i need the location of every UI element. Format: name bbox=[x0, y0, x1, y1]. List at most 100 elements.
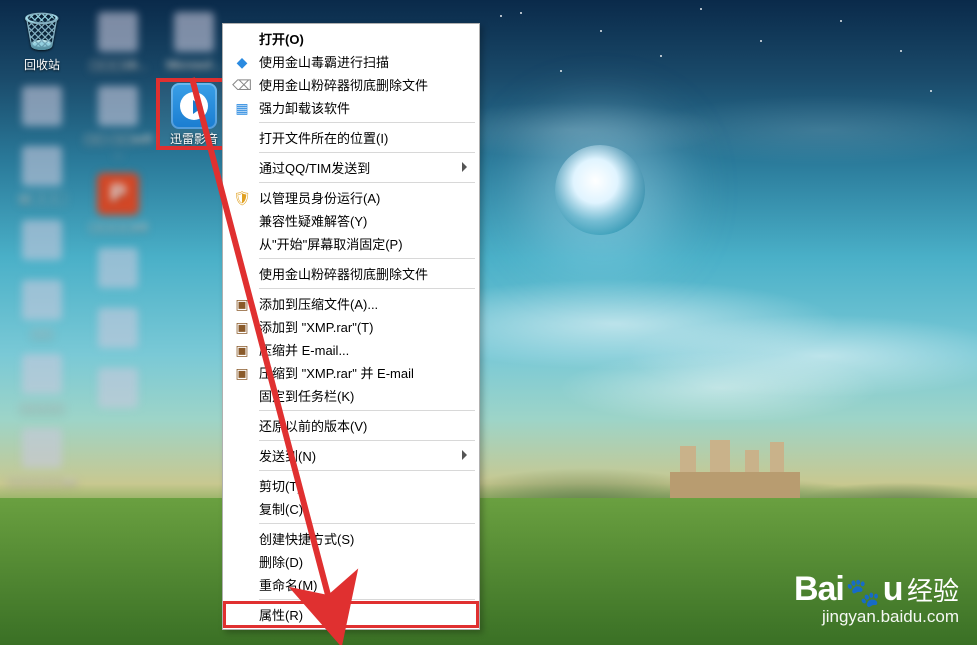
menu-item-label: 属性(R) bbox=[259, 605, 303, 624]
watermark-suffix: 经验 bbox=[907, 576, 959, 606]
menu-item-label: 剪切(T) bbox=[259, 476, 302, 495]
menu-item-shred-jinshan-2[interactable]: 使用金山粉碎器彻底删除文件 bbox=[225, 262, 477, 285]
menu-separator bbox=[259, 523, 475, 524]
menu-item-send-to[interactable]: 发送到(N) bbox=[225, 444, 477, 467]
menu-separator bbox=[259, 599, 475, 600]
menu-item-open[interactable]: 打开(O) bbox=[225, 27, 477, 50]
watermark-url: jingyan.baidu.com bbox=[794, 608, 959, 627]
menu-item-label: 固定到任务栏(K) bbox=[259, 386, 354, 405]
desktop-icon-blur-6[interactable]: ▢▢▢▢▢ao bbox=[6, 422, 78, 490]
desktop-icon-microsoft[interactable]: Microsof... bbox=[158, 6, 230, 74]
menu-item-run-as-admin[interactable]: 🛡以管理员身份运行(A) bbox=[225, 186, 477, 209]
paw-icon: 🐾 bbox=[846, 578, 881, 609]
menu-separator bbox=[259, 440, 475, 441]
menu-item-label: 添加到 "XMP.rar"(T) bbox=[259, 317, 373, 336]
menu-item-label: 添加到压缩文件(A)... bbox=[259, 294, 378, 313]
desktop-icon-blur-2[interactable]: 公▢▢▢ bbox=[6, 140, 78, 208]
menu-item-properties[interactable]: 属性(R) bbox=[225, 603, 477, 626]
xunlei-player-icon bbox=[170, 82, 218, 130]
menu-item-create-shortcut[interactable]: 创建快捷方式(S) bbox=[225, 527, 477, 550]
menu-item-send-qq-tim[interactable]: 通过QQ/TIM发送到 bbox=[225, 156, 477, 179]
desktop-icon-label: ▢▢ bbox=[31, 326, 54, 340]
moon-glow bbox=[555, 145, 645, 235]
generic-icon bbox=[18, 216, 66, 264]
generic-icon bbox=[18, 82, 66, 130]
archive-icon: ▣ bbox=[233, 364, 251, 382]
desktop-icon-blur-10[interactable] bbox=[82, 302, 154, 356]
menu-item-unpin-start[interactable]: 从"开始"屏幕取消固定(P) bbox=[225, 232, 477, 255]
submenu-arrow-icon bbox=[462, 162, 467, 172]
generic-icon bbox=[94, 304, 142, 352]
submenu-arrow-icon bbox=[462, 450, 467, 460]
menu-separator bbox=[259, 470, 475, 471]
menu-item-label: 发送到(N) bbox=[259, 446, 316, 465]
generic-icon bbox=[94, 82, 142, 130]
generic-icon bbox=[18, 350, 66, 398]
clouds-upper bbox=[470, 70, 977, 190]
powerpoint-icon: P bbox=[94, 170, 142, 218]
desktop-icon-blur-4[interactable]: ▢▢ bbox=[6, 274, 78, 342]
desktop-icon-blur-5[interactable]: ▢▢▢▢ bbox=[6, 348, 78, 416]
menu-item-cut[interactable]: 剪切(T) bbox=[225, 474, 477, 497]
desktop-icon-blur-1[interactable] bbox=[6, 80, 78, 134]
menu-item-label: 压缩到 "XMP.rar" 并 E-mail bbox=[259, 363, 414, 382]
menu-item-label: 兼容性疑难解答(Y) bbox=[259, 211, 367, 230]
menu-item-label: 打开(O) bbox=[259, 29, 304, 48]
menu-item-compress-email[interactable]: ▣ 压缩并 E-mail... bbox=[225, 338, 477, 361]
menu-item-label: 创建快捷方式(S) bbox=[259, 529, 354, 548]
desktop-icon-xunlei-player[interactable]: 迅雷影音 bbox=[158, 80, 230, 148]
watermark-brand-prefix: Bai bbox=[794, 570, 844, 608]
archive-icon: ▣ bbox=[233, 341, 251, 359]
generic-icon bbox=[18, 276, 66, 324]
recycle-bin-icon: 🗑️ bbox=[18, 8, 66, 56]
menu-item-label: 通过QQ/TIM发送到 bbox=[259, 158, 370, 177]
menu-item-label: 复制(C) bbox=[259, 499, 303, 518]
desktop-icon-recycle-bin[interactable]: 🗑️回收站 bbox=[6, 6, 78, 74]
menu-item-scan-jinshan[interactable]: ◆使用金山毒霸进行扫描 bbox=[225, 50, 477, 73]
menu-item-add-to-xmp-rar[interactable]: ▣添加到 "XMP.rar"(T) bbox=[225, 315, 477, 338]
menu-item-rename[interactable]: 重命名(M) bbox=[225, 573, 477, 596]
desktop-icons-area: 🗑️回收站公▢▢▢▢▢▢▢▢▢▢▢▢▢▢ao▢▢▢18...▢▢ ▢▢soft … bbox=[6, 6, 230, 490]
menu-item-label: 压缩并 E-mail... bbox=[259, 340, 349, 359]
generic-icon bbox=[94, 244, 142, 292]
watermark-brand-suffix: u bbox=[883, 570, 903, 608]
menu-item-label: 强力卸载该软件 bbox=[259, 98, 350, 117]
desktop-icon-label: 迅雷影音 bbox=[170, 132, 218, 146]
generic-icon bbox=[18, 142, 66, 190]
generic-icon bbox=[94, 364, 142, 412]
desktop-icon-label: 公▢▢▢ bbox=[18, 192, 66, 206]
menu-item-compress-xmp-email[interactable]: ▣ 压缩到 "XMP.rar" 并 E-mail bbox=[225, 361, 477, 384]
shield-scan-icon: ◆ bbox=[233, 53, 251, 71]
menu-item-delete[interactable]: 删除(D) bbox=[225, 550, 477, 573]
castle bbox=[670, 430, 800, 500]
menu-item-open-location[interactable]: 打开文件所在的位置(I) bbox=[225, 126, 477, 149]
menu-separator bbox=[259, 152, 475, 153]
menu-item-copy[interactable]: 复制(C) bbox=[225, 497, 477, 520]
desktop-icon-blur-3[interactable] bbox=[6, 214, 78, 268]
menu-item-label: 从"开始"屏幕取消固定(P) bbox=[259, 234, 403, 253]
shredder-icon: ⌫ bbox=[233, 76, 251, 94]
menu-item-shred-jinshan[interactable]: ⌫使用金山粉碎器彻底删除文件 bbox=[225, 73, 477, 96]
menu-item-label: 打开文件所在的位置(I) bbox=[259, 128, 388, 147]
desktop-icon-powerpoint[interactable]: P ▢▢▢▢n3 bbox=[82, 168, 154, 236]
desktop-icon-label: Microsof... bbox=[166, 58, 221, 72]
generic-icon bbox=[18, 424, 66, 472]
desktop-icon-label: ▢▢ ▢▢soft ... bbox=[82, 132, 154, 160]
menu-separator bbox=[259, 288, 475, 289]
menu-item-compat-troubleshoot[interactable]: 兼容性疑难解答(Y) bbox=[225, 209, 477, 232]
menu-separator bbox=[259, 410, 475, 411]
desktop-icon-blur-8[interactable]: ▢▢ ▢▢soft ... bbox=[82, 80, 154, 162]
desktop-icon-blur-11[interactable] bbox=[82, 362, 154, 416]
menu-item-force-uninstall[interactable]: ▦ 强力卸载该软件 bbox=[225, 96, 477, 119]
context-menu: 打开(O)◆使用金山毒霸进行扫描⌫使用金山粉碎器彻底删除文件▦强力卸载该软件打开… bbox=[222, 23, 480, 630]
desktop-icon-label: ▢▢▢▢n3 bbox=[89, 220, 148, 234]
admin-shield-icon: 🛡 bbox=[233, 189, 251, 207]
uninstall-icon: ▦ bbox=[233, 99, 251, 117]
menu-item-pin-taskbar[interactable]: 固定到任务栏(K) bbox=[225, 384, 477, 407]
desktop-icon-blur-7[interactable]: ▢▢▢18... bbox=[82, 6, 154, 74]
menu-item-label: 重命名(M) bbox=[259, 575, 318, 594]
menu-item-add-to-archive[interactable]: ▣添加到压缩文件(A)... bbox=[225, 292, 477, 315]
menu-item-label: 还原以前的版本(V) bbox=[259, 416, 367, 435]
menu-item-restore-previous[interactable]: 还原以前的版本(V) bbox=[225, 414, 477, 437]
desktop-icon-blur-9[interactable] bbox=[82, 242, 154, 296]
